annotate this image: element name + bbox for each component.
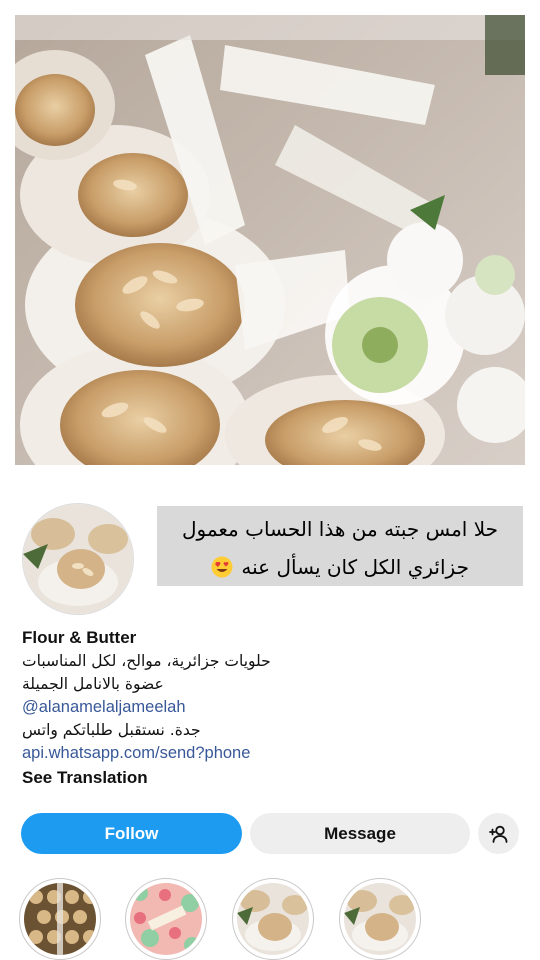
bio-line-3: جدة. نستقبل طلباتكم واتس: [22, 721, 201, 739]
highlight-1[interactable]: [19, 878, 101, 960]
highlight-3[interactable]: [232, 878, 314, 960]
post-caption-overlay: حلا امس جبته من هذا الحساب معمول جزائري …: [157, 506, 523, 586]
bio-line-2: عضوة بالانامل الجميلة: [22, 675, 164, 693]
see-translation-button[interactable]: See Translation: [22, 766, 512, 790]
website-link[interactable]: api.whatsapp.com/send?phone: [22, 742, 512, 765]
highlight-2[interactable]: [125, 878, 207, 960]
highlight-4[interactable]: [339, 878, 421, 960]
caption-line-2-text: جزائري الكل كان يسأل عنه: [241, 555, 469, 579]
profile-bio: Flour & Butter حلويات جزائرية، موالح، لك…: [22, 626, 512, 790]
mention-link[interactable]: @alanamelaljameelah: [22, 696, 512, 719]
caption-line-1: حلا امس جبته من هذا الحساب معمول: [181, 517, 498, 541]
story-highlights: [19, 878, 519, 960]
message-button[interactable]: Message: [250, 813, 470, 854]
heart-eyes-emoji-icon: [211, 556, 233, 578]
follow-button[interactable]: Follow: [21, 813, 242, 854]
post-photo[interactable]: [15, 15, 525, 465]
suggested-accounts-button[interactable]: [478, 813, 519, 854]
bio-line-1: حلويات جزائرية، موالح، لكل المناسبات: [22, 652, 271, 670]
profile-name: Flour & Butter: [22, 628, 137, 647]
profile-avatar[interactable]: [22, 503, 134, 615]
caption-line-2: جزائري الكل كان يسأل عنه: [157, 548, 523, 586]
person-add-icon: [488, 825, 507, 843]
